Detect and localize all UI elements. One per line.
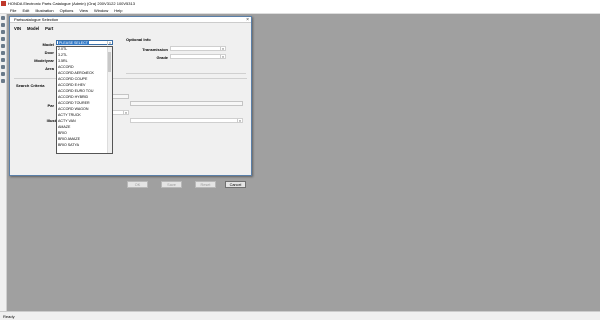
transmission-select[interactable]: ▾	[170, 46, 226, 51]
model-select-value: PLEASE SELECT	[58, 41, 89, 45]
model-select[interactable]: PLEASE SELECT ▾	[56, 40, 113, 45]
dropdown-scrollbar[interactable]	[107, 47, 112, 153]
forward-icon[interactable]	[1, 23, 5, 27]
dropdown-item[interactable]: BRIO	[58, 131, 67, 137]
dropdown-item[interactable]: ACCORD AEROdECK	[58, 71, 94, 77]
area-label: Area	[45, 66, 54, 71]
menu-edit[interactable]: Edit	[22, 8, 29, 13]
tab-part[interactable]: Part	[45, 26, 53, 31]
door-label: Door	[44, 50, 54, 55]
status-text: Ready	[3, 313, 15, 319]
home-icon[interactable]	[1, 72, 5, 76]
dialog-tabs: VIN Model Part	[14, 26, 59, 31]
window-title: HONDA Electronic Parts Catalogue (Admin)…	[8, 1, 135, 6]
grade-select[interactable]: ▾	[170, 54, 226, 59]
dialog-title: Partscatalogue Selection	[10, 17, 251, 23]
chevron-down-icon[interactable]: ▾	[220, 55, 225, 59]
catalogue-icon[interactable]	[1, 30, 5, 34]
dropdown-item[interactable]: ACCORD HYBRID	[58, 95, 88, 101]
cancel-button[interactable]: Cancel	[225, 181, 246, 188]
help-icon[interactable]	[1, 79, 5, 83]
optional-divider	[126, 73, 246, 74]
close-icon[interactable]: ×	[246, 17, 249, 23]
menu-help[interactable]: Help	[114, 8, 122, 13]
parts-icon[interactable]	[1, 37, 5, 41]
dropdown-item[interactable]: ACCORD WAGON	[58, 107, 88, 113]
left-toolbar	[0, 14, 7, 311]
model-label: Model	[42, 42, 54, 47]
model-year-label: Modelyear	[34, 58, 54, 63]
chevron-down-icon[interactable]: ▾	[123, 111, 128, 115]
chevron-down-icon[interactable]: ▾	[107, 41, 112, 45]
title-bar: HONDA Electronic Parts Catalogue (Admin)…	[0, 0, 600, 7]
scrollbar-thumb[interactable]	[108, 52, 111, 72]
menu-view[interactable]: View	[79, 8, 88, 13]
parts-catalogue-dialog: Partscatalogue Selection × VIN Model Par…	[9, 16, 252, 188]
dropdown-item[interactable]: ACCORD EURO TOU	[58, 89, 93, 95]
chevron-down-icon[interactable]: ▾	[220, 47, 225, 51]
model-dropdown-list[interactable]: 2.0TL 3.2TL 3.5RL ACCORD ACCORD AEROdECK…	[56, 46, 113, 154]
menu-options[interactable]: Options	[60, 8, 74, 13]
tab-vin[interactable]: VIN	[14, 26, 21, 31]
menu-illustration[interactable]: Illustration	[35, 8, 53, 13]
reset-button[interactable]: Reset	[195, 181, 216, 188]
dropdown-item[interactable]: ACCORD COUPE	[58, 77, 87, 83]
illust-select[interactable]: ▾	[130, 118, 243, 123]
grade-label: Grade	[156, 55, 168, 60]
search-field-right[interactable]	[130, 101, 243, 106]
back-icon[interactable]	[1, 16, 5, 20]
settings-icon[interactable]	[1, 58, 5, 62]
app-icon	[1, 1, 6, 6]
dropdown-item[interactable]: 3.2TL	[58, 53, 67, 59]
ok-button[interactable]: OK	[127, 181, 148, 188]
search-criteria-label: Search Criteria	[16, 83, 45, 88]
illust-label: Illust	[46, 118, 56, 123]
chevron-down-icon[interactable]: ▾	[237, 119, 242, 123]
dropdown-item[interactable]: ACTY VAN	[58, 119, 76, 125]
dropdown-item[interactable]: ACCORD TOURER	[58, 101, 90, 107]
search-icon[interactable]	[1, 44, 5, 48]
tab-model[interactable]: Model	[27, 26, 39, 31]
menu-bar: File Edit Illustration Options View Wind…	[0, 7, 600, 14]
transmission-label: Transmission	[142, 47, 168, 52]
optional-info-label: Optional Info	[126, 37, 151, 42]
dropdown-item[interactable]: BRIO AMAZE	[58, 137, 80, 143]
save-button[interactable]: Save	[161, 181, 182, 188]
dropdown-item[interactable]: BRIO SATYA	[58, 143, 79, 149]
section-divider	[14, 78, 247, 79]
cart-icon[interactable]	[1, 65, 5, 69]
dropdown-item[interactable]: ACTY TRUCK	[58, 113, 81, 119]
par-label: Par	[47, 103, 54, 108]
dropdown-item[interactable]: ACCORD E:HEV	[58, 83, 85, 89]
print-icon[interactable]	[1, 51, 5, 55]
dropdown-item[interactable]: AMAZE	[58, 125, 70, 131]
dropdown-item[interactable]: 3.5RL	[58, 59, 68, 65]
dropdown-item[interactable]: ACCORD	[58, 65, 74, 71]
dropdown-item[interactable]: 2.0TL	[58, 47, 67, 53]
menu-window[interactable]: Window	[94, 8, 108, 13]
menu-file[interactable]: File	[10, 8, 16, 13]
